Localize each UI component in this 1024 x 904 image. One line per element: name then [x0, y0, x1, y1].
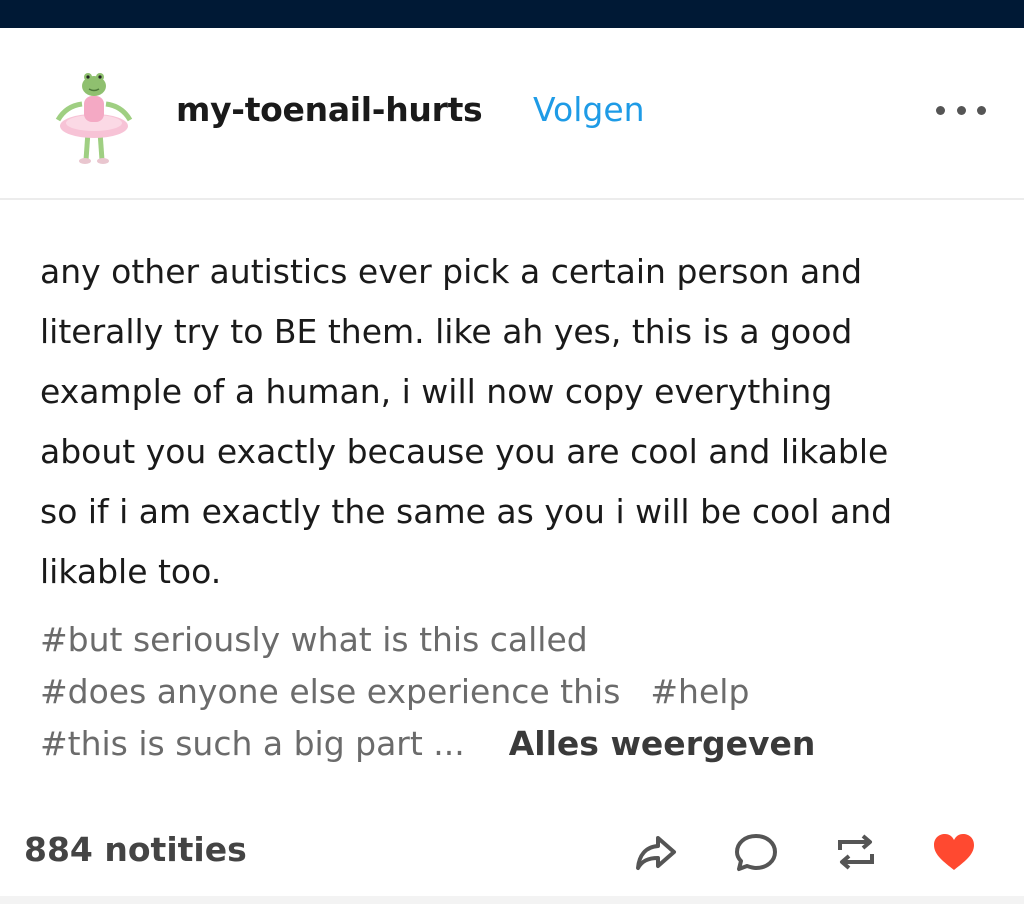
tag-link[interactable]: #does anyone else experience this	[40, 672, 620, 711]
heart-icon[interactable]	[928, 826, 980, 878]
notes-count[interactable]: 884 notities	[24, 830, 247, 869]
tag-link[interactable]: #help	[650, 672, 749, 711]
post-body-line: literally try to BE them. like ah yes, t…	[40, 312, 853, 351]
more-dot	[956, 105, 966, 115]
top-navigation-bar	[0, 0, 1024, 28]
follow-button[interactable]: Volgen	[533, 90, 645, 129]
post-body: any other autistics ever pick a certain …	[40, 242, 1000, 602]
post-header: my-toenail-hurts Volgen	[0, 28, 1024, 200]
post-body-line: likable too.	[40, 552, 222, 591]
reply-icon[interactable]	[730, 826, 782, 878]
more-options-icon[interactable]	[936, 98, 986, 122]
reblog-icon[interactable]	[830, 826, 882, 878]
post-footer: 884 notities	[0, 808, 1024, 904]
tag-link[interactable]: #but seriously what is this called	[40, 620, 588, 659]
bottom-divider	[0, 896, 1024, 904]
share-icon[interactable]	[630, 826, 682, 878]
post-body-line: so if i am exactly the same as you i wil…	[40, 492, 893, 531]
more-dot	[977, 105, 986, 115]
tag-link[interactable]: #this is such a big part ...	[40, 724, 465, 763]
more-dot	[936, 105, 945, 115]
post-body-line: example of a human, i will now copy ever…	[40, 372, 833, 411]
frog-ballerina-avatar[interactable]	[52, 66, 136, 166]
tag-line: #but seriously what is this called	[40, 614, 1000, 666]
post-body-line: any other autistics ever pick a certain …	[40, 252, 863, 291]
post-author-name[interactable]: my-toenail-hurts	[176, 90, 483, 129]
post-tags: #but seriously what is this called #does…	[40, 614, 1000, 770]
post-body-line: about you exactly because you are cool a…	[40, 432, 889, 471]
show-all-tags-button[interactable]: Alles weergeven	[509, 724, 816, 763]
tag-line: #does anyone else experience this #help	[40, 666, 1000, 718]
tag-line: #this is such a big part ... Alles weerge…	[40, 718, 1000, 770]
